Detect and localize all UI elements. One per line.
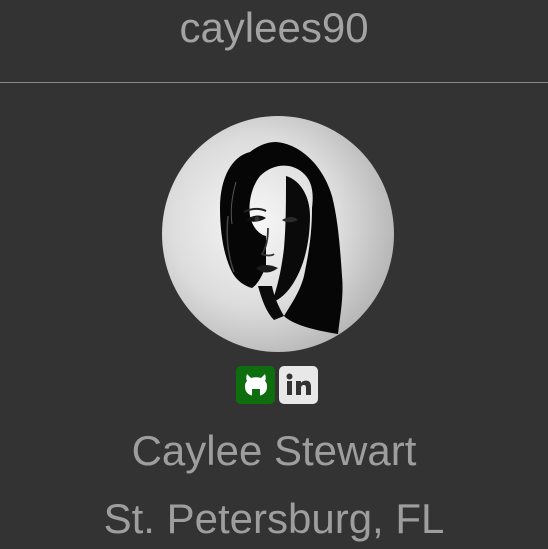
github-icon [244, 374, 267, 399]
social-links [236, 366, 318, 404]
linkedin-icon [286, 373, 311, 395]
profile-name: Caylee Stewart [131, 427, 417, 474]
linkedin-link[interactable] [279, 366, 318, 404]
header: caylees90 [0, 0, 548, 83]
profile-avatar [162, 116, 394, 352]
profile-location: St. Petersburg, FL [103, 495, 445, 542]
username-title: caylees90 [179, 4, 369, 51]
portrait-icon [220, 142, 343, 334]
github-link[interactable] [236, 366, 275, 404]
